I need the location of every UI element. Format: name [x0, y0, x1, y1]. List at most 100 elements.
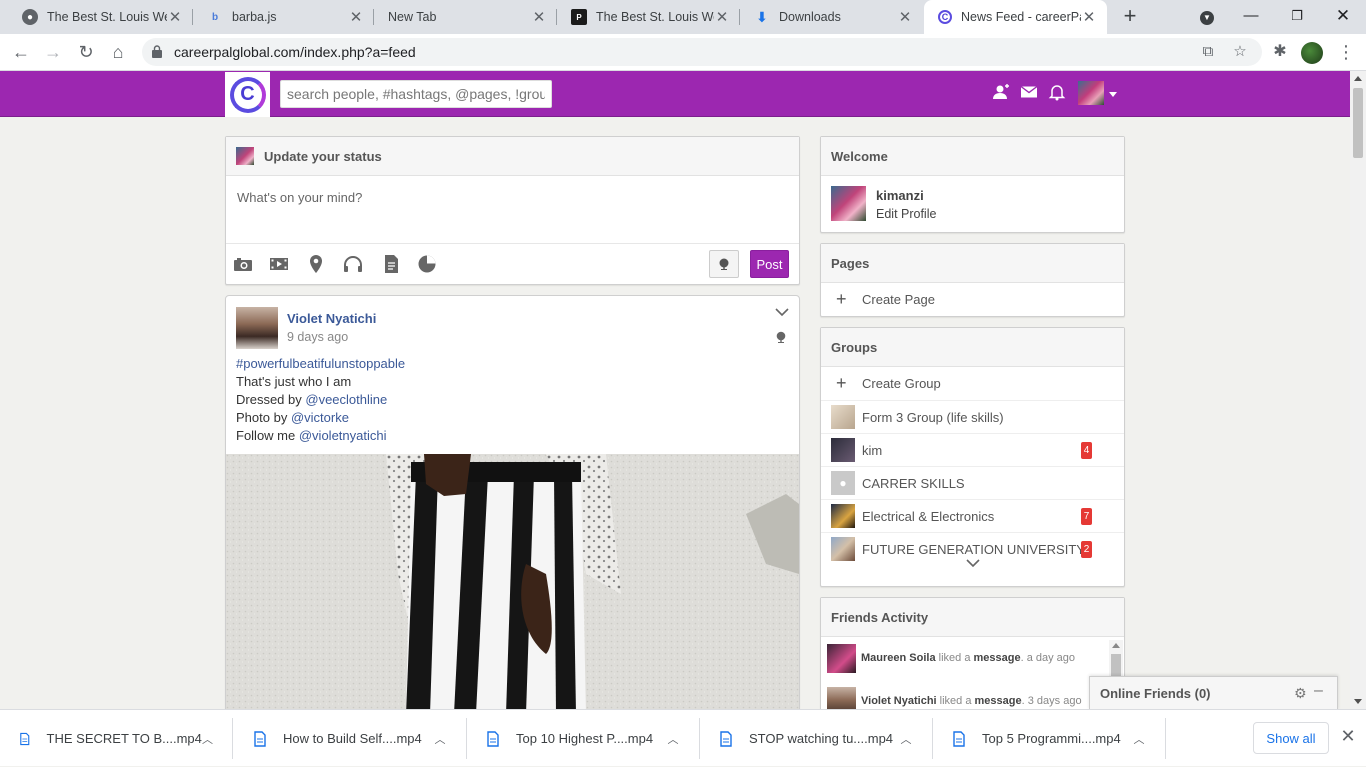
post-mention[interactable]: @victorke [291, 410, 349, 425]
download-item[interactable]: How to Build Self....mp4 ︿ [234, 710, 467, 767]
video-icon[interactable] [269, 254, 291, 274]
back-button[interactable]: ← [9, 40, 33, 64]
post-hashtag[interactable]: #powerfulbeatifulunstoppable [236, 356, 405, 371]
activity-user[interactable]: Maureen Soila [861, 652, 936, 664]
close-tab-icon[interactable]: ✕ [531, 8, 547, 26]
site-search-input[interactable] [280, 80, 552, 108]
scroll-down-arrow-icon[interactable] [1354, 699, 1362, 704]
activity-time: . a day ago [1020, 652, 1076, 664]
messages-icon[interactable] [1020, 83, 1042, 105]
post-button[interactable]: Post [750, 250, 789, 278]
download-item[interactable]: Top 5 Programmi....mp4 ︿ [933, 710, 1166, 767]
address-bar[interactable]: careerpalglobal.com/index.php?a=feed ⧉ ☆ [142, 38, 1262, 66]
chevron-up-icon[interactable]: ︿ [899, 731, 913, 747]
new-tab-button[interactable]: + [1118, 4, 1142, 28]
close-tab-icon[interactable]: ✕ [348, 8, 364, 26]
post-author-name[interactable]: Violet Nyatichi [287, 311, 376, 326]
show-all-downloads-button[interactable]: Show all [1253, 722, 1329, 754]
notifications-bell-icon[interactable] [1048, 83, 1070, 105]
activity-object[interactable]: message [975, 695, 1022, 707]
download-item[interactable]: Top 10 Highest P....mp4 ︿ [467, 710, 700, 767]
post-author-avatar[interactable] [236, 307, 278, 349]
chevron-up-icon[interactable]: ︿ [202, 731, 213, 747]
lock-icon [152, 45, 162, 58]
open-external-icon[interactable]: ⧉ [1198, 42, 1218, 62]
careerpal-logo[interactable]: C [225, 72, 270, 117]
scroll-up-arrow-icon[interactable] [1354, 76, 1362, 81]
post-options-chevron-icon[interactable] [775, 305, 789, 319]
activity-text: Maureen Soila liked a message. a day ago [861, 652, 1075, 664]
logo-mark: C [229, 76, 266, 113]
profile-name[interactable]: kimanzi [876, 188, 924, 203]
post-mention[interactable]: @violetnyatichi [299, 428, 387, 443]
browser-tab[interactable]: New Tab ✕ [374, 0, 557, 34]
activity-user-avatar [827, 687, 856, 709]
minimize-button[interactable]: — [1228, 0, 1274, 34]
extensions-icon[interactable]: ✱ [1268, 40, 1292, 64]
document-icon[interactable] [381, 254, 403, 274]
group-notification-badge: 7 [1081, 508, 1092, 525]
site-icon: P [571, 9, 587, 25]
location-pin-icon[interactable] [306, 254, 328, 274]
group-item[interactable]: kim 4 [821, 433, 1124, 466]
show-more-chevron-icon[interactable] [966, 558, 980, 568]
browser-tab[interactable]: P The Best St. Louis Web ✕ [557, 0, 740, 34]
create-page-link[interactable]: + Create Page [821, 283, 1124, 316]
page-scrollbar[interactable] [1350, 71, 1366, 709]
reload-button[interactable]: ↻ [74, 40, 98, 64]
tab-title: barba.js [232, 10, 277, 24]
post-mention[interactable]: @veeclothline [305, 392, 387, 407]
group-item[interactable]: Form 3 Group (life skills) [821, 400, 1124, 433]
close-tab-icon[interactable]: ✕ [714, 8, 730, 26]
photo-icon[interactable] [233, 254, 255, 274]
browser-profile-avatar[interactable] [1301, 42, 1323, 64]
activity-item[interactable]: Maureen Soila liked a message. a day ago [827, 644, 1109, 674]
browser-tab[interactable]: b barba.js ✕ [193, 0, 374, 34]
forward-button[interactable]: → [41, 40, 65, 64]
privacy-public-button[interactable] [709, 250, 739, 278]
close-tab-icon[interactable]: ✕ [1081, 8, 1097, 26]
group-item[interactable]: ● CARRER SKILLS [821, 466, 1124, 499]
browser-menu-icon[interactable]: ⋮ [1334, 40, 1358, 64]
edit-profile-link[interactable]: Edit Profile [876, 207, 936, 221]
chevron-up-icon[interactable]: ︿ [1132, 731, 1146, 747]
bookmark-star-icon[interactable]: ☆ [1230, 42, 1250, 62]
activity-item[interactable]: Violet Nyatichi liked a message. 3 days … [827, 687, 1109, 709]
audio-headphones-icon[interactable] [343, 254, 365, 274]
profile-avatar[interactable] [831, 186, 866, 221]
poll-chart-icon[interactable] [417, 254, 439, 274]
activity-object[interactable]: message [974, 652, 1021, 664]
settings-gear-icon[interactable]: ⚙ [1294, 686, 1308, 700]
create-group-link[interactable]: + Create Group [821, 367, 1124, 400]
status-input[interactable]: What's on your mind? [237, 190, 362, 205]
post-photo-content [226, 454, 799, 709]
scrollbar-thumb[interactable] [1353, 88, 1363, 158]
chevron-up-icon[interactable]: ︿ [433, 731, 447, 747]
download-item[interactable]: STOP watching tu....mp4 ︿ [700, 710, 933, 767]
download-item[interactable]: THE SECRET TO B....mp4 ︿ [0, 710, 233, 767]
browser-tab[interactable]: ⬇ Downloads ✕ [740, 0, 923, 34]
close-tab-icon[interactable]: ✕ [897, 8, 913, 26]
post-line-prefix: Dressed by [236, 392, 306, 407]
friend-requests-icon[interactable] [992, 83, 1014, 105]
user-avatar[interactable] [1078, 81, 1104, 105]
activity-user[interactable]: Violet Nyatichi [861, 695, 937, 707]
tab-search-icon[interactable]: ▼ [1184, 0, 1230, 34]
restore-button[interactable]: ❐ [1274, 0, 1320, 34]
chevron-up-icon[interactable]: ︿ [666, 731, 680, 747]
browser-tab[interactable]: ● The Best St. Louis Web ✕ [8, 0, 193, 34]
download-filename: STOP watching tu....mp4 [749, 731, 894, 746]
post-photo[interactable] [226, 454, 799, 709]
group-item[interactable]: Electrical & Electronics 7 [821, 499, 1124, 532]
post-privacy-globe-icon [776, 331, 786, 343]
close-shelf-icon[interactable]: ✕ [1338, 726, 1358, 746]
browser-tab-active[interactable]: C News Feed - careerPal ✕ [924, 0, 1107, 34]
status-attachments-bar: Post [226, 243, 799, 285]
post-timestamp[interactable]: 9 days ago [287, 330, 348, 344]
minimize-chat-icon[interactable]: – [1314, 683, 1328, 699]
close-window-button[interactable]: ✕ [1320, 0, 1366, 34]
home-button[interactable]: ⌂ [106, 40, 130, 64]
online-friends-bar[interactable]: Online Friends (0) ⚙ – [1089, 676, 1338, 709]
close-tab-icon[interactable]: ✕ [167, 8, 183, 26]
user-menu-caret-icon[interactable] [1109, 92, 1117, 97]
